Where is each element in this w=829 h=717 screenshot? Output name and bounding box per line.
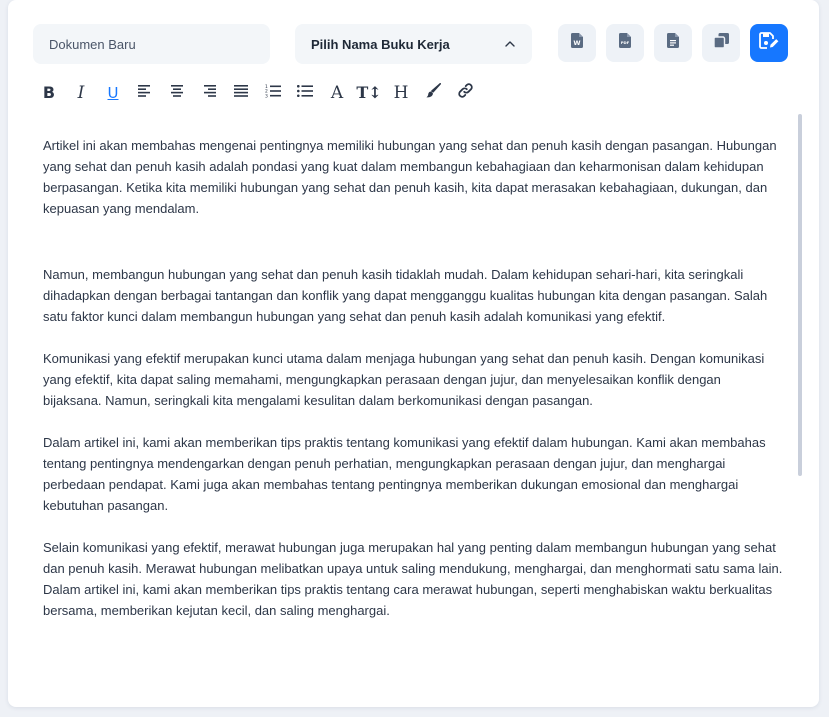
font-button[interactable]: A xyxy=(321,78,353,108)
editor-paragraph: Komunikasi yang efektif merupakan kunci … xyxy=(43,351,765,408)
align-left-icon xyxy=(138,84,152,102)
align-center-button[interactable] xyxy=(161,78,193,108)
bullet-list-icon xyxy=(297,84,313,102)
editor-paragraph: Artikel ini akan membahas mengenai penti… xyxy=(43,138,777,216)
chevron-up-icon xyxy=(504,38,516,50)
copy-button[interactable] xyxy=(702,24,740,62)
align-right-icon xyxy=(202,84,216,102)
text-size-button[interactable]: T↕ xyxy=(353,78,385,108)
pdf-export-icon: PDF xyxy=(619,33,631,53)
underline-button[interactable]: U xyxy=(97,78,129,108)
editor-paragraph: Selain komunikasi yang efektif, merawat … xyxy=(43,540,783,618)
export-pdf-button[interactable]: PDF xyxy=(606,24,644,62)
workbook-select-label: Pilih Nama Buku Kerja xyxy=(311,36,450,52)
link-icon xyxy=(457,82,474,104)
formatting-toolbar: B I U 1 2 3 A T↕ H xyxy=(33,78,481,108)
save-button[interactable] xyxy=(750,24,788,62)
document-name-input[interactable] xyxy=(33,24,270,64)
link-button[interactable] xyxy=(449,78,481,108)
heading-button[interactable]: H xyxy=(385,78,417,108)
bold-icon: B xyxy=(42,83,56,102)
align-justify-icon xyxy=(234,84,248,102)
ordered-list-button[interactable]: 1 2 3 xyxy=(257,78,289,108)
svg-text:PDF: PDF xyxy=(621,40,630,45)
svg-text:W: W xyxy=(573,39,580,47)
text-editor[interactable]: Artikel ini akan membahas mengenai penti… xyxy=(43,114,783,674)
editor-paragraph xyxy=(43,240,783,261)
document-icon xyxy=(667,33,679,53)
align-justify-button[interactable] xyxy=(225,78,257,108)
align-right-button[interactable] xyxy=(193,78,225,108)
editor-paragraph: Namun, membangun hubungan yang sehat dan… xyxy=(43,267,768,324)
paint-brush-icon xyxy=(425,83,441,103)
font-icon: A xyxy=(330,82,344,103)
svg-text:3: 3 xyxy=(265,93,268,98)
editor-card: Pilih Nama Buku Kerja W PDF xyxy=(8,0,819,707)
text-size-icon: T↕ xyxy=(356,83,382,102)
save-edit-icon xyxy=(759,32,779,54)
italic-button[interactable]: I xyxy=(65,78,97,108)
paint-brush-button[interactable] xyxy=(417,78,449,108)
word-export-icon: W xyxy=(571,33,583,53)
heading-icon: H xyxy=(393,82,409,103)
italic-icon: I xyxy=(77,82,85,103)
editor-paragraph: Dalam artikel ini, kami akan memberikan … xyxy=(43,435,766,513)
align-center-icon xyxy=(170,84,184,102)
workbook-select[interactable]: Pilih Nama Buku Kerja xyxy=(295,24,532,64)
ordered-list-icon: 1 2 3 xyxy=(265,84,281,103)
underline-icon: U xyxy=(107,83,119,102)
document-button[interactable] xyxy=(654,24,692,62)
scrollbar[interactable] xyxy=(798,114,802,476)
copy-icon xyxy=(712,33,729,53)
bullet-list-button[interactable] xyxy=(289,78,321,108)
bold-button[interactable]: B xyxy=(33,78,65,108)
align-left-button[interactable] xyxy=(129,78,161,108)
export-word-button[interactable]: W xyxy=(558,24,596,62)
